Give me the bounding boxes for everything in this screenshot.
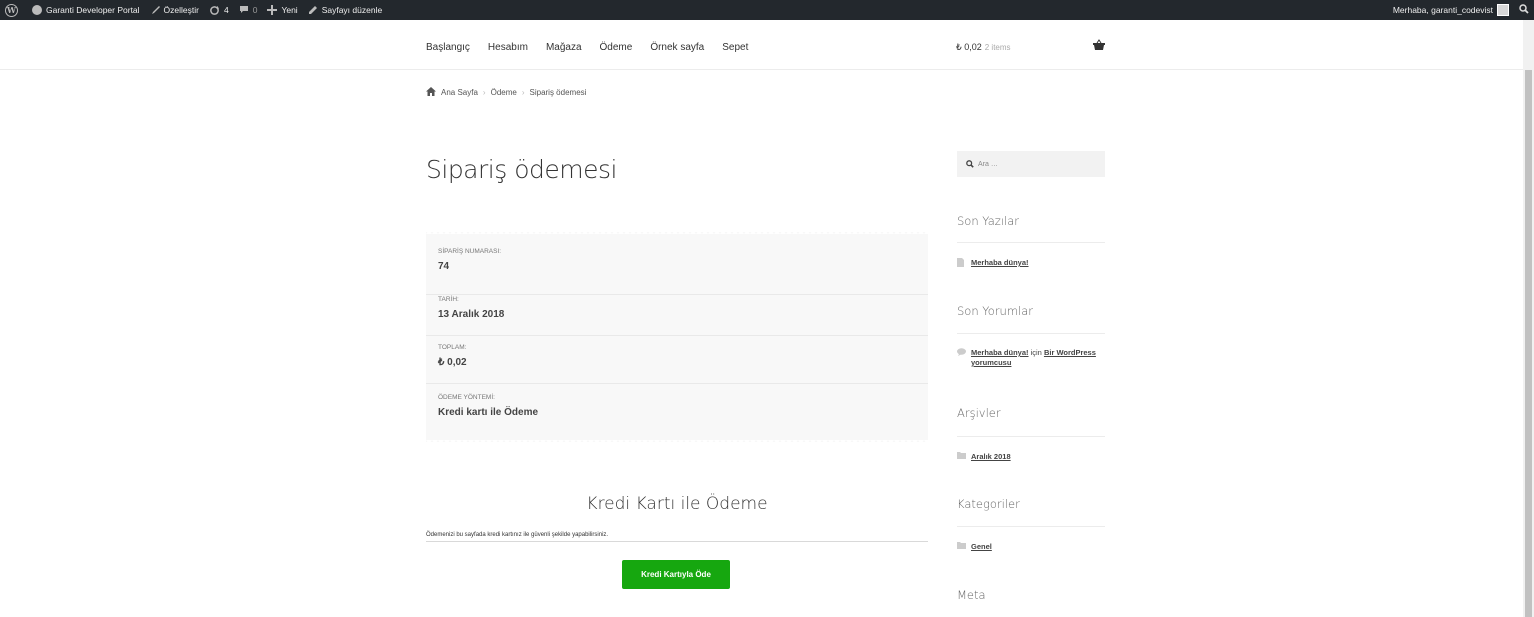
order-number-label: SİPARİŞ NUMARASI: [438,248,502,255]
archive-item: Aralık 2018 [957,452,1109,461]
comment-for-text: için [1028,348,1044,357]
search-icon [1519,4,1529,16]
search-placeholder: Ara … [978,160,998,168]
payment-description: Ödemenizi bu sayfada kredi kartınız ile … [426,532,928,542]
comment-icon [957,348,966,356]
edit-page-label: Sayfayı düzenle [321,5,383,15]
plus-icon [267,5,278,15]
comment-post-link[interactable]: Merhaba dünya! [971,348,1029,357]
breadcrumb: Ana Sayfa › Ödeme › Sipariş ödemesi [426,87,586,98]
cart-count: 2 items [984,43,1011,52]
nav-item-magaza[interactable]: Mağaza [546,42,582,53]
new-label: Yeni [281,5,298,15]
recent-posts-title: Son Yazılar [957,214,1019,228]
wordpress-logo-menu[interactable]: W [0,0,27,20]
meta-title: Meta [957,588,986,602]
breadcrumb-current: Sipariş ödemesi [529,88,587,97]
divider [957,242,1105,243]
payment-method-label: ÖDEME YÖNTEMİ: [438,394,495,401]
customize-label: Özelleştir [163,5,199,15]
sidebar-search[interactable]: Ara … [957,151,1105,177]
nav-item-hesabim[interactable]: Hesabım [488,42,528,53]
recent-comment-text: Merhaba dünya! için Bir WordPress yorumc… [971,348,1109,368]
site-name: Garanti Developer Portal [46,5,140,15]
account-menu[interactable]: Merhaba, garanti_codevist [1388,0,1514,20]
divider [957,526,1105,527]
greeting: Merhaba, garanti_codevist [1392,5,1493,15]
recent-comments-title: Son Yorumlar [957,304,1034,318]
nav-item-sepet[interactable]: Sepet [722,42,748,53]
order-overview: SİPARİŞ NUMARASI: 74 TARİH: 13 Aralık 20… [426,230,928,444]
breadcrumb-separator: › [482,88,486,97]
order-total-value: ₺ 0,02 [438,357,467,368]
updates-count: 4 [223,5,229,15]
comments-link[interactable]: 0 [234,0,263,20]
divider [957,333,1105,334]
recent-post-item: Merhaba dünya! [957,258,1109,267]
nav-item-baslangic[interactable]: Başlangıç [426,42,470,53]
order-total-label: TOPLAM: [438,344,467,351]
scrollbar-thumb[interactable] [1525,70,1532,617]
brush-icon [150,5,160,15]
order-number-value: 74 [438,261,450,272]
archives-title: Arşivler [957,406,1001,420]
dashboard-icon [32,5,42,15]
nav-item-odeme[interactable]: Ödeme [600,42,633,53]
categories-title: Kategoriler [957,497,1020,511]
breadcrumb-odeme[interactable]: Ödeme [491,88,517,97]
breadcrumb-home[interactable]: Ana Sayfa [441,88,478,97]
cart-summary[interactable]: ₺ 0,02 2 items [956,42,1011,53]
order-date-row: TARİH: 13 Aralık 2018 [426,296,928,336]
refresh-icon [209,5,220,16]
payment-title: Kredi Kartı ile Ödeme [586,494,768,514]
site-name-menu[interactable]: Garanti Developer Portal [27,0,145,20]
page-scrollbar[interactable] [1523,20,1534,617]
updates-link[interactable]: 4 [204,0,234,20]
payment-method-row: ÖDEME YÖNTEMİ: Kredi kartı ile Ödeme [426,394,928,434]
cart-amount: ₺ 0,02 [956,42,982,52]
wordpress-icon: W [5,3,18,17]
new-content-link[interactable]: Yeni [262,0,302,20]
admin-bar: W Garanti Developer Portal Özelleştir 4 … [0,0,1534,20]
site-header: Başlangıç Hesabım Mağaza Ödeme Örnek say… [0,20,1523,70]
basket-icon[interactable] [1093,38,1105,50]
zigzag-top-edge [426,230,928,234]
edit-page-link[interactable]: Sayfayı düzenle [303,0,387,20]
divider [957,436,1105,437]
payment-method-value: Kredi kartı ile Ödeme [438,407,539,418]
recent-post-link[interactable]: Merhaba dünya! [971,258,1029,267]
customize-link[interactable]: Özelleştir [145,0,204,20]
archive-link[interactable]: Aralık 2018 [971,452,1011,461]
recent-comment-item: Merhaba dünya! için Bir WordPress yorumc… [957,348,1109,368]
search-icon [966,155,974,173]
pencil-icon [308,5,318,15]
zigzag-bottom-edge [426,440,928,444]
breadcrumb-separator: › [521,88,525,97]
folder-icon [957,452,966,459]
order-number-row: SİPARİŞ NUMARASI: 74 [426,248,928,295]
document-icon [957,258,966,267]
order-date-label: TARİH: [438,296,459,303]
order-total-row: TOPLAM: ₺ 0,02 [426,344,928,384]
order-date-value: 13 Aralık 2018 [438,309,505,320]
adminbar-search[interactable] [1514,0,1534,20]
avatar [1497,4,1509,16]
folder-icon [957,542,966,549]
nav-item-ornek-sayfa[interactable]: Örnek sayfa [650,42,704,53]
comment-bubble-icon [239,5,249,15]
pay-with-card-button[interactable]: Kredi Kartıyla Öde [622,560,730,589]
category-item: Genel [957,542,1109,551]
comments-count: 0 [252,5,258,15]
primary-navigation: Başlangıç Hesabım Mağaza Ödeme Örnek say… [426,42,766,53]
page-title: Sipariş ödemesi [426,155,617,184]
home-icon [426,87,436,98]
category-link[interactable]: Genel [971,542,992,551]
